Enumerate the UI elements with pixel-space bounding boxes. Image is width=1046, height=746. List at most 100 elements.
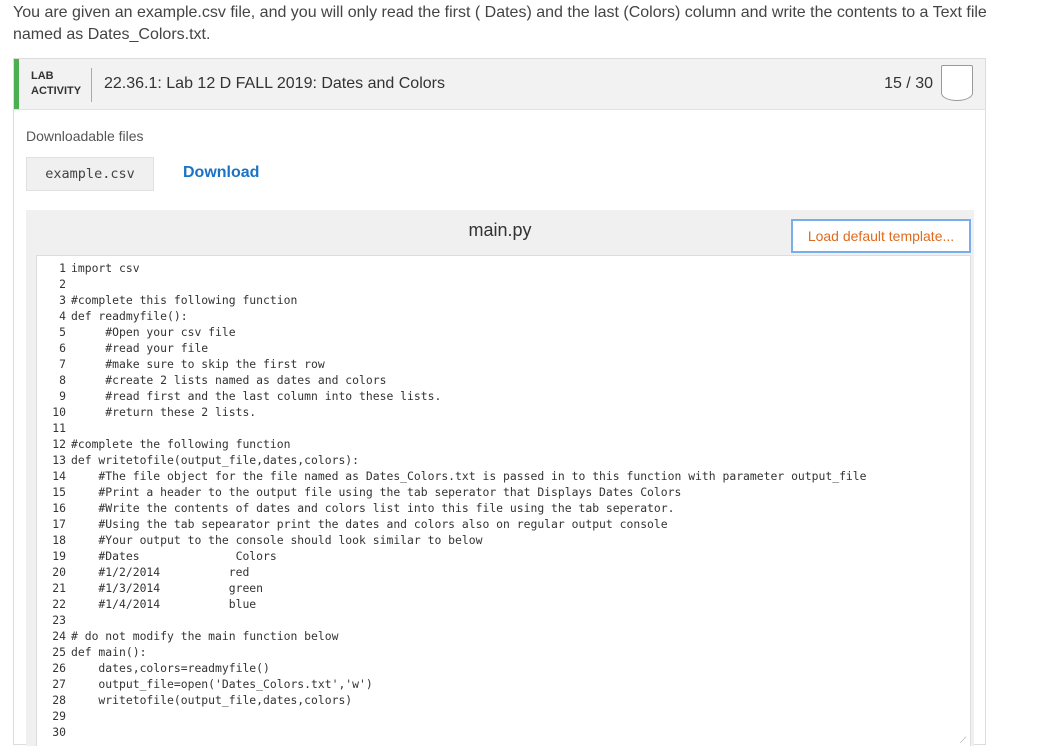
line-number: 2 [37, 276, 71, 292]
code-line: 10 #return these 2 lists. [37, 404, 867, 420]
lab-activity-panel: LAB ACTIVITY 22.36.1: Lab 12 D FALL 2019… [13, 58, 986, 745]
line-number: 7 [37, 356, 71, 372]
code-text: #The file object for the file named as D… [71, 469, 867, 483]
line-number: 15 [37, 484, 71, 500]
code-line: 18 #Your output to the console should lo… [37, 532, 867, 548]
line-number: 23 [37, 612, 71, 628]
code-line: 13def writetofile(output_file,dates,colo… [37, 452, 867, 468]
code-text: #1/2/2014 red [71, 565, 249, 579]
code-editor[interactable]: 1import csv23#complete this following fu… [36, 255, 971, 746]
code-line: 1import csv [37, 260, 867, 276]
resize-handle-icon[interactable]: ⟋ [960, 736, 968, 744]
code-text: #Dates Colors [71, 549, 277, 563]
downloadable-files-label: Downloadable files [26, 128, 144, 144]
code-text: #make sure to skip the first row [71, 357, 325, 371]
code-text: #Open your csv file [71, 325, 236, 339]
code-line: 7 #make sure to skip the first row [37, 356, 867, 372]
line-number: 12 [37, 436, 71, 452]
line-number: 24 [37, 628, 71, 644]
code-text: #1/3/2014 green [71, 581, 263, 595]
lab-tag-line1: LAB [31, 69, 81, 84]
line-number: 10 [37, 404, 71, 420]
line-number: 1 [37, 260, 71, 276]
code-text: #Write the contents of dates and colors … [71, 501, 674, 515]
code-line: 15 #Print a header to the output file us… [37, 484, 867, 500]
line-number: 21 [37, 580, 71, 596]
line-number: 6 [37, 340, 71, 356]
code-text: #read your file [71, 341, 208, 355]
file-name-chip: example.csv [26, 157, 154, 191]
code-line: 28 writetofile(output_file,dates,colors) [37, 692, 867, 708]
code-line: 11 [37, 420, 867, 436]
load-default-template-button[interactable]: Load default template... [791, 219, 971, 253]
code-text: import csv [71, 261, 140, 275]
code-line: 25def main(): [37, 644, 867, 660]
lab-header: LAB ACTIVITY 22.36.1: Lab 12 D FALL 2019… [14, 59, 985, 110]
code-text: #1/4/2014 blue [71, 597, 256, 611]
code-editor-panel: main.py Load default template... 1import… [26, 210, 974, 746]
code-text: #Using the tab sepearator print the date… [71, 517, 668, 531]
code-line: 5 #Open your csv file [37, 324, 867, 340]
code-line: 20 #1/2/2014 red [37, 564, 867, 580]
score-text: 15 / 30 [884, 75, 933, 93]
lab-activity-tag: LAB ACTIVITY [31, 69, 81, 99]
line-number: 25 [37, 644, 71, 660]
lab-accent-bar [14, 59, 19, 109]
code-text: #complete the following function [71, 437, 290, 451]
code-line: 22 #1/4/2014 blue [37, 596, 867, 612]
line-number: 26 [37, 660, 71, 676]
code-line: 19 #Dates Colors [37, 548, 867, 564]
code-line: 2 [37, 276, 867, 292]
line-number: 13 [37, 452, 71, 468]
code-line: 12#complete the following function [37, 436, 867, 452]
instructions-text: You are given an example.csv file, and y… [13, 2, 1013, 46]
code-text: #Print a header to the output file using… [71, 485, 681, 499]
code-line: 17 #Using the tab sepearator print the d… [37, 516, 867, 532]
line-number: 3 [37, 292, 71, 308]
line-number: 14 [37, 468, 71, 484]
line-number: 11 [37, 420, 71, 436]
code-text: def writetofile(output_file,dates,colors… [71, 453, 359, 467]
code-line: 3#complete this following function [37, 292, 867, 308]
line-number: 29 [37, 708, 71, 724]
code-line: 9 #read first and the last column into t… [37, 388, 867, 404]
line-number: 5 [37, 324, 71, 340]
code-line: 6 #read your file [37, 340, 867, 356]
line-number: 4 [37, 308, 71, 324]
code-line: 27 output_file=open('Dates_Colors.txt','… [37, 676, 867, 692]
code-text: #complete this following function [71, 293, 297, 307]
code-text: #return these 2 lists. [71, 405, 256, 419]
line-number: 17 [37, 516, 71, 532]
code-line: 14 #The file object for the file named a… [37, 468, 867, 484]
line-number: 27 [37, 676, 71, 692]
line-number: 30 [37, 724, 71, 740]
code-text: #Your output to the console should look … [71, 533, 482, 547]
line-number: 8 [37, 372, 71, 388]
code-text: def main(): [71, 645, 146, 659]
lab-title: 22.36.1: Lab 12 D FALL 2019: Dates and C… [104, 75, 445, 93]
score-shield-icon [941, 65, 973, 101]
code-text: writetofile(output_file,dates,colors) [71, 693, 352, 707]
code-line: 26 dates,colors=readmyfile() [37, 660, 867, 676]
code-text: output_file=open('Dates_Colors.txt','w') [71, 677, 373, 691]
code-text: #read first and the last column into the… [71, 389, 441, 403]
lab-tag-line2: ACTIVITY [31, 84, 81, 99]
line-number: 19 [37, 548, 71, 564]
code-line: 30 [37, 724, 867, 740]
code-line: 8 #create 2 lists named as dates and col… [37, 372, 867, 388]
line-number: 20 [37, 564, 71, 580]
code-text: def readmyfile(): [71, 309, 188, 323]
code-line: 16 #Write the contents of dates and colo… [37, 500, 867, 516]
code-text: #create 2 lists named as dates and color… [71, 373, 386, 387]
download-link[interactable]: Download [183, 164, 259, 182]
tag-divider [91, 68, 92, 102]
line-number: 28 [37, 692, 71, 708]
line-number: 16 [37, 500, 71, 516]
line-number: 9 [37, 388, 71, 404]
code-text: dates,colors=readmyfile() [71, 661, 270, 675]
code-line: 23 [37, 612, 867, 628]
code-line: 21 #1/3/2014 green [37, 580, 867, 596]
line-number: 18 [37, 532, 71, 548]
code-line: 29 [37, 708, 867, 724]
code-lines: 1import csv23#complete this following fu… [37, 260, 867, 740]
